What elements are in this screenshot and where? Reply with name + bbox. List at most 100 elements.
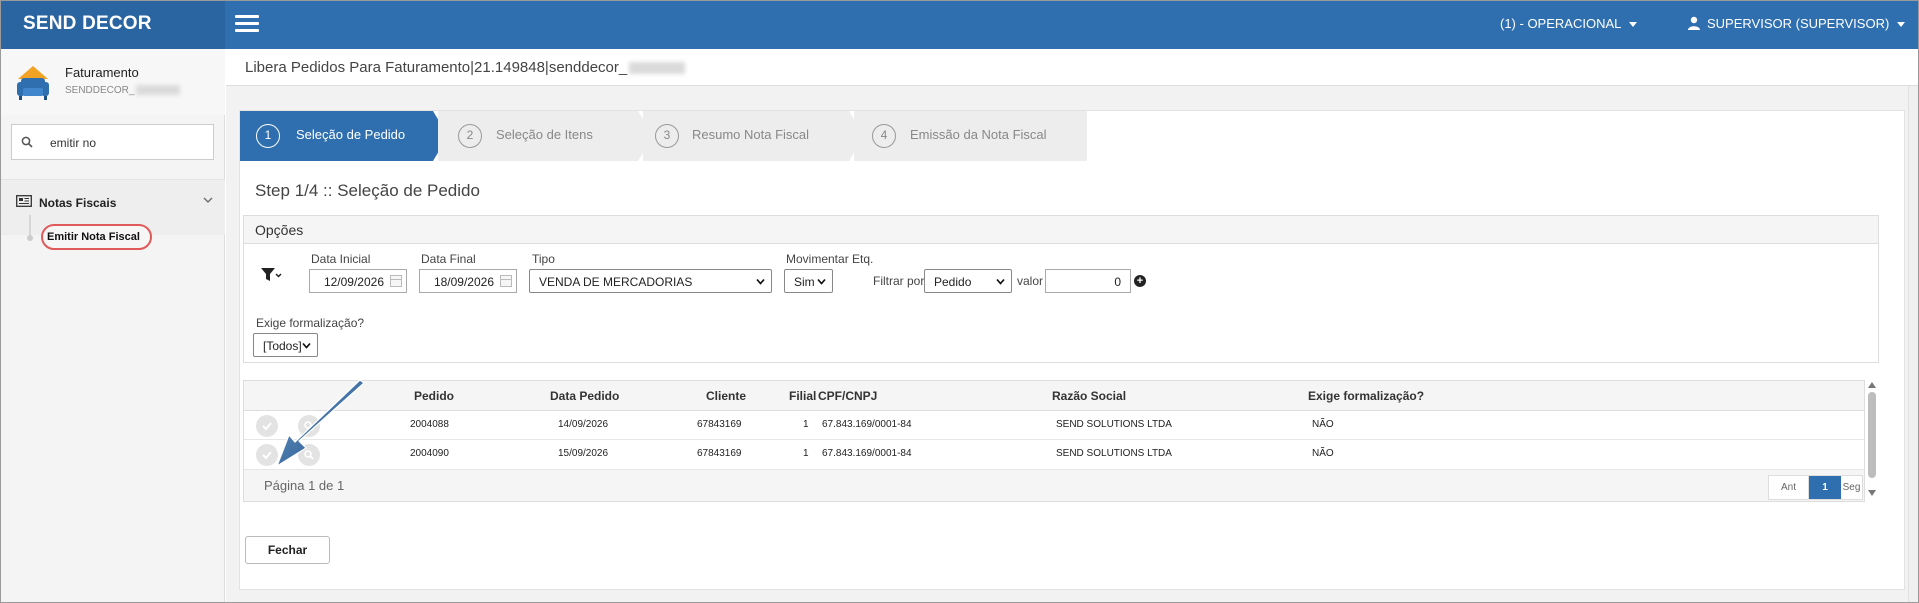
cell-exige: NÃO xyxy=(1312,419,1334,430)
user-label: SUPERVISOR (SUPERVISOR) xyxy=(1707,16,1890,31)
check-icon xyxy=(262,422,272,431)
data-inicial-label: Data Inicial xyxy=(311,252,371,266)
exige-label: Exige formalização? xyxy=(256,316,365,330)
column-header-filial[interactable]: Filial xyxy=(789,389,816,403)
column-header-cpf-cnpj[interactable]: CPF/CNPJ xyxy=(818,389,877,403)
select-row-button[interactable] xyxy=(256,444,278,466)
page-title: Libera Pedidos Para Faturamento|21.14984… xyxy=(245,59,686,76)
pager-current[interactable]: 1 xyxy=(1809,476,1841,499)
top-bar: SEND DECOR (1) - OPERACIONAL SUPERVISOR … xyxy=(1,1,1918,49)
exige-select[interactable]: [Todos] xyxy=(253,333,318,357)
movimentar-value: Sim xyxy=(794,275,815,289)
scroll-down-icon[interactable] xyxy=(1868,490,1876,496)
calendar-icon[interactable] xyxy=(390,275,402,287)
cell-exige: NÃO xyxy=(1312,448,1334,459)
page-header: Libera Pedidos Para Faturamento|21.14984… xyxy=(226,49,1918,86)
view-row-button[interactable] xyxy=(298,444,320,466)
cell-data-pedido: 15/09/2026 xyxy=(558,448,609,459)
movimentar-select[interactable]: Sim xyxy=(784,269,833,293)
module-subtitle: SENDDECOR_ xyxy=(65,85,181,96)
tipo-select[interactable]: VENDA DE MERCADORIAS xyxy=(529,269,772,293)
column-header-razao-social[interactable]: Razão Social xyxy=(1052,389,1126,403)
table-scrollbar[interactable] xyxy=(1867,380,1877,502)
view-row-button[interactable] xyxy=(298,415,320,437)
tipo-value: VENDA DE MERCADORIAS xyxy=(539,275,693,289)
menu-group-label: Notas Fiscais xyxy=(39,196,117,210)
step-label: Resumo Nota Fiscal xyxy=(692,127,810,142)
valor-value: 0 xyxy=(1114,275,1121,289)
module-profile: Faturamento SENDDECOR_ xyxy=(1,49,225,115)
cell-cpf-cnpj: 67.843.169/0001-84 xyxy=(822,419,912,430)
data-final-input[interactable]: 18/09/2026 xyxy=(419,269,517,293)
filter-icon[interactable] xyxy=(260,267,282,283)
sofa-avatar-icon xyxy=(17,66,49,100)
cell-cpf-cnpj: 67.843.169/0001-84 xyxy=(822,448,912,459)
data-final-value: 18/09/2026 xyxy=(433,275,494,289)
wizard-step-2[interactable]: 2 Seleção de Itens xyxy=(438,111,638,161)
filtrar-select[interactable]: Pedido xyxy=(924,269,1012,293)
module-title: Faturamento xyxy=(65,65,139,80)
redacted-text xyxy=(629,62,686,75)
filtrar-label: Filtrar por xyxy=(873,274,925,288)
pager-prev[interactable]: Ant xyxy=(1769,476,1809,499)
cell-filial: 1 xyxy=(803,448,809,459)
step-number: 3 xyxy=(655,124,679,148)
pagination: Ant 1 Seg xyxy=(1768,475,1863,500)
main-content: Libera Pedidos Para Faturamento|21.14984… xyxy=(226,49,1918,602)
options-header: Opções xyxy=(244,216,1878,244)
chevron-down-icon[interactable] xyxy=(203,196,213,204)
exige-value: [Todos] xyxy=(263,339,302,353)
brand-logo[interactable]: SEND DECOR xyxy=(1,1,225,49)
step-number: 2 xyxy=(458,124,482,148)
select-row-button[interactable] xyxy=(256,415,278,437)
tipo-label: Tipo xyxy=(532,252,555,266)
options-panel: Opções Data Inicial 12/09/2026 Data Fina… xyxy=(243,215,1879,363)
table-row[interactable]: 2004088 14/09/2026 67843169 1 67.843.169… xyxy=(244,411,1864,440)
search-input[interactable] xyxy=(50,133,200,153)
data-inicial-input[interactable]: 12/09/2026 xyxy=(309,269,407,293)
options-title: Opções xyxy=(255,222,304,238)
data-final-label: Data Final xyxy=(421,252,476,266)
add-filter-icon[interactable]: + xyxy=(1134,275,1146,287)
chevron-down-icon xyxy=(817,278,826,285)
caret-down-icon xyxy=(1897,22,1906,28)
search-icon xyxy=(21,136,33,148)
scroll-thumb[interactable] xyxy=(1868,392,1876,478)
step-number: 4 xyxy=(872,124,896,148)
cell-razao-social: SEND SOLUTIONS LTDA xyxy=(1056,448,1172,459)
wizard-step-4[interactable]: 4 Emissão da Nota Fiscal xyxy=(854,111,1087,161)
close-button[interactable]: Fechar xyxy=(245,536,330,564)
table-row[interactable]: 2004090 15/09/2026 67843169 1 67.843.169… xyxy=(244,440,1864,470)
redacted-text xyxy=(136,85,181,96)
calendar-icon[interactable] xyxy=(500,275,512,287)
magnifier-icon xyxy=(304,421,314,431)
sidebar: Faturamento SENDDECOR_ Notas Fiscais Emi… xyxy=(1,49,225,602)
step-title: Step 1/4 :: Seleção de Pedido xyxy=(255,181,480,200)
hamburger-menu-icon[interactable] xyxy=(235,15,259,33)
wizard-step-3[interactable]: 3 Resumo Nota Fiscal xyxy=(643,111,849,161)
page-scrollbar[interactable] xyxy=(1908,86,1918,602)
scroll-up-icon[interactable] xyxy=(1868,382,1876,388)
filtrar-value: Pedido xyxy=(934,275,972,289)
caret-down-icon xyxy=(1629,22,1638,28)
page-info: Página 1 de 1 xyxy=(264,478,345,493)
cell-cliente: 67843169 xyxy=(697,419,742,430)
wizard-step-1[interactable]: 1 Seleção de Pedido xyxy=(240,111,433,161)
pager-next[interactable]: Seg xyxy=(1841,476,1862,499)
column-header-data-pedido[interactable]: Data Pedido xyxy=(550,389,619,403)
pedidos-table: Pedido Data Pedido Cliente Filial CPF/CN… xyxy=(243,380,1865,502)
step-label: Emissão da Nota Fiscal xyxy=(910,127,1047,142)
chevron-down-icon xyxy=(302,342,311,349)
column-header-exige[interactable]: Exige formalização? xyxy=(1308,389,1424,403)
column-header-cliente[interactable]: Cliente xyxy=(706,389,746,403)
user-dropdown[interactable]: SUPERVISOR (SUPERVISOR) xyxy=(1687,16,1906,31)
unit-dropdown[interactable]: (1) - OPERACIONAL xyxy=(1500,16,1638,31)
movimentar-label: Movimentar Etq. xyxy=(786,252,874,266)
data-inicial-value: 12/09/2026 xyxy=(323,275,384,289)
sidebar-item-emitir-nota-fiscal[interactable]: Emitir Nota Fiscal xyxy=(41,224,152,250)
valor-label: valor xyxy=(1017,274,1044,288)
column-header-pedido[interactable]: Pedido xyxy=(414,389,454,403)
module-subtitle-text: SENDDECOR_ xyxy=(65,85,135,96)
magnifier-icon xyxy=(304,450,314,460)
valor-input[interactable]: 0 xyxy=(1045,269,1131,293)
